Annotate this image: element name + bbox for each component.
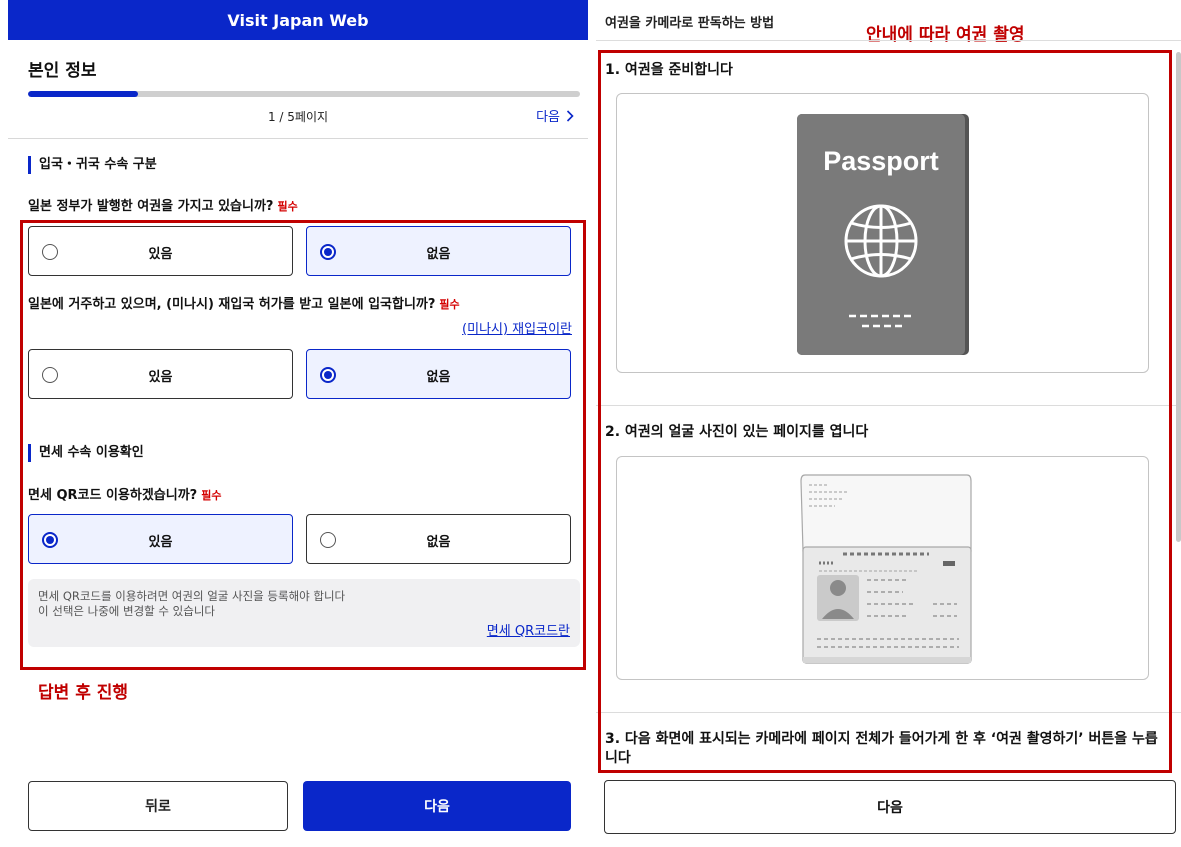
chevron-right-icon — [566, 109, 574, 122]
guide-title-divider — [596, 40, 1181, 41]
app-title: Visit Japan Web — [227, 10, 369, 30]
page-indicator: 1 / 5페이지 — [267, 110, 329, 124]
progress-bar — [28, 91, 580, 97]
next-button[interactable]: 다음 — [303, 781, 571, 831]
question-text: 일본 정부가 발행한 여권을 가지고 있습니까? — [28, 199, 274, 214]
next-page-link-label: 다음 — [536, 110, 560, 125]
required-badge: 필수 — [277, 200, 298, 213]
annotation-label-photo: 안내에 따라 여권 촬영 — [866, 25, 1025, 45]
guide-next-button[interactable]: 다음 — [604, 780, 1176, 834]
back-button[interactable]: 뒤로 — [28, 781, 288, 831]
annotation-highlight-box — [20, 220, 586, 670]
scrollbar-thumb[interactable] — [1176, 52, 1181, 542]
annotation-label-answer: 답변 후 진행 — [38, 683, 129, 703]
annotation-highlight-box — [598, 50, 1172, 773]
page-title: 본인 정보 — [28, 61, 97, 81]
question-japanese-passport: 일본 정부가 발행한 여권을 가지고 있습니까? 필수 — [28, 195, 298, 214]
guide-title: 여권을 카메라로 판독하는 방법 — [605, 16, 775, 31]
passport-camera-guide-panel: 여권을 카메라로 판독하는 방법 안내에 따라 여권 촬영 1. 여권을 준비합… — [596, 0, 1181, 847]
personal-info-form-panel: Visit Japan Web 본인 정보 1 / 5페이지 다음 입국・귀국 … — [8, 0, 588, 847]
progress-bar-fill — [28, 91, 139, 97]
next-page-link[interactable]: 다음 — [536, 106, 574, 125]
header-divider — [8, 138, 588, 139]
section-title-entry-type: 입국・귀국 수속 구분 — [28, 156, 157, 174]
app-header: Visit Japan Web — [8, 0, 588, 40]
